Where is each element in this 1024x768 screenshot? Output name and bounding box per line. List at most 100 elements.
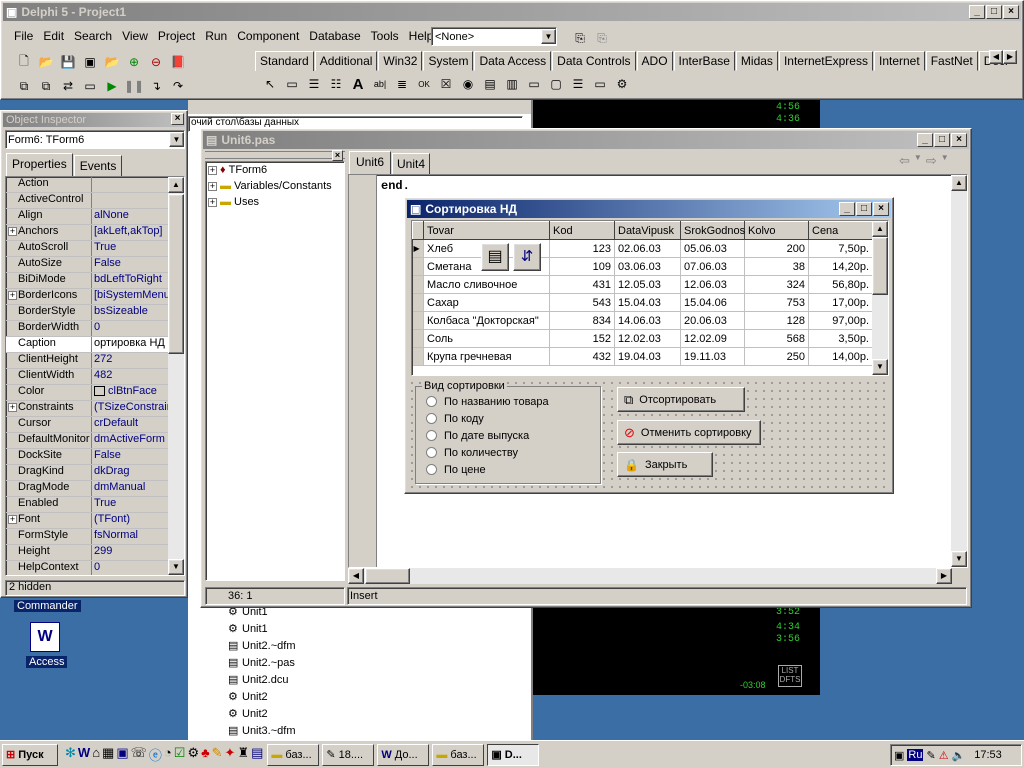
property-row[interactable]: ActiveControl	[6, 193, 184, 209]
property-row[interactable]: + Font (TFont)	[6, 513, 184, 529]
property-row[interactable]: DragMode dmManual	[6, 481, 184, 497]
checkbox-icon[interactable]: ☒	[435, 73, 457, 95]
close-button[interactable]: ×	[951, 133, 967, 147]
task-button[interactable]: ▬ баз...	[432, 743, 485, 766]
chevron-down-icon[interactable]: ▼	[541, 29, 556, 44]
desktop-icon-commander[interactable]: Commander	[14, 600, 81, 612]
tray-icon[interactable]: ✎	[926, 749, 935, 762]
scroll-thumb[interactable]	[365, 568, 410, 584]
forward-arrow-icon[interactable]: ⇨	[926, 153, 937, 169]
table-row[interactable]: Масло сливочное 431 12.05.03 12.06.03 324 56,…	[412, 275, 873, 294]
mainmenu-icon[interactable]: ☰	[303, 73, 325, 95]
groupbox-icon[interactable]: ▢	[545, 73, 567, 95]
table-cell[interactable]: Соль	[423, 329, 550, 348]
table-cell[interactable]: 17,00р.	[808, 293, 873, 312]
radio-by-name[interactable]: По названию товара	[426, 393, 549, 410]
quicklaunch-icon[interactable]: ♜	[237, 745, 249, 764]
scroll-thumb[interactable]	[872, 237, 888, 295]
radiogroup-icon[interactable]: ☰	[567, 73, 589, 95]
tree-item[interactable]: + ▬ Variables/Constants	[206, 178, 344, 194]
minimize-button[interactable]: _	[969, 5, 985, 19]
list-item[interactable]: ▤ Unit3.~dfm	[228, 722, 528, 739]
tab-system[interactable]: System	[423, 51, 474, 71]
scroll-left-icon[interactable]: ◀	[348, 568, 364, 584]
scroll-up-icon[interactable]: ▲	[168, 177, 184, 193]
pause-icon[interactable]: ❚❚	[123, 75, 145, 97]
list-item[interactable]: ⚙ Unit2	[228, 688, 528, 705]
property-row[interactable]: FormStyle fsNormal	[6, 529, 184, 545]
table-cell[interactable]: 123	[549, 239, 615, 258]
property-row[interactable]: Action	[6, 177, 184, 193]
minimize-button[interactable]: _	[917, 133, 933, 147]
column-header[interactable]: Tovar	[423, 221, 550, 240]
table-row[interactable]: Соль 152 12.02.03 12.02.09 568 3,50р.	[412, 329, 873, 348]
radio-by-quantity[interactable]: По количеству	[426, 444, 549, 461]
tray-icon[interactable]: ⚠	[939, 749, 949, 762]
table-cell[interactable]: 15.04.06	[680, 293, 745, 312]
new-icon[interactable]: 🗋	[13, 51, 35, 73]
button-icon[interactable]: OK	[413, 73, 435, 95]
table-cell[interactable]: 20.06.03	[680, 311, 745, 330]
property-row[interactable]: DockSite False	[6, 449, 184, 465]
open-project-icon[interactable]: 📂	[101, 51, 123, 73]
chevron-down-icon[interactable]: ▼	[169, 132, 184, 147]
expand-icon[interactable]: +	[8, 403, 17, 412]
scroll-left-icon[interactable]: ◀	[989, 50, 1003, 64]
radiobutton-icon[interactable]: ◉	[457, 73, 479, 95]
table-cell[interactable]: Крупа гречневая	[423, 347, 550, 366]
scrollbar-icon[interactable]: ▭	[523, 73, 545, 95]
menu-search[interactable]: Search	[69, 29, 117, 47]
object-selector[interactable]: Form6: TForm6 ▼	[5, 130, 185, 149]
inspector-close-button[interactable]: ×	[171, 113, 184, 125]
inspector-scrollbar[interactable]: ▲ ▼	[168, 177, 184, 575]
sort-button[interactable]: ⧉ Отсортировать	[617, 387, 745, 412]
radio-by-code[interactable]: По коду	[426, 410, 549, 427]
network-icon[interactable]: ▣	[894, 749, 904, 762]
grid-scrollbar[interactable]: ▲ ▼	[872, 221, 888, 375]
explorer-close-button[interactable]: ×	[332, 150, 343, 161]
run-icon[interactable]: ▶	[101, 75, 123, 97]
scroll-down-icon[interactable]: ▼	[872, 359, 888, 375]
view-unit-icon[interactable]: ⧉	[13, 75, 35, 97]
property-row[interactable]: DefaultMonitor dmActiveForm	[6, 433, 184, 449]
property-row[interactable]: + BorderIcons [biSystemMenu,	[6, 289, 184, 305]
table-cell[interactable]: 432	[549, 347, 615, 366]
list-button[interactable]: LIST DFTS	[778, 665, 802, 687]
table-cell[interactable]: 568	[744, 329, 809, 348]
property-row[interactable]: ClientHeight 272	[6, 353, 184, 369]
close-button[interactable]: ×	[1003, 5, 1019, 19]
property-row[interactable]: AutoSize False	[6, 257, 184, 273]
remove-file-icon[interactable]: ⊖	[145, 51, 167, 73]
list-item[interactable]: ⚙ Unit2	[228, 705, 528, 722]
property-row[interactable]: + Anchors [akLeft,akTop]	[6, 225, 184, 241]
quicklaunch-icon[interactable]: ▦	[102, 745, 114, 764]
memo-icon[interactable]: ≣	[391, 73, 413, 95]
quicklaunch-icon[interactable]: ▤	[251, 745, 263, 764]
menu-project[interactable]: Project	[153, 29, 200, 47]
tab-internet[interactable]: Internet	[873, 51, 925, 71]
component-combo[interactable]: <None> ▼	[431, 27, 557, 46]
quicklaunch-icon[interactable]: ♣	[201, 745, 210, 764]
quicklaunch-icon[interactable]: ◔	[164, 745, 172, 764]
scroll-down-icon[interactable]: ▼	[951, 551, 967, 567]
menu-component[interactable]: Component	[232, 29, 304, 47]
table-cell[interactable]: Колбаса "Докторская"	[423, 311, 550, 330]
tab-additional[interactable]: Additional	[314, 51, 378, 71]
column-header[interactable]: Cena	[808, 221, 873, 240]
table-cell[interactable]: 324	[744, 275, 809, 294]
menu-edit[interactable]: Edit	[38, 29, 69, 47]
table-cell[interactable]: 128	[744, 311, 809, 330]
language-indicator[interactable]: Ru	[907, 749, 924, 761]
table-cell[interactable]: 02.06.03	[614, 239, 681, 258]
list-item[interactable]: ▤ Unit2.~pas	[228, 654, 528, 671]
task-button[interactable]: ✎ 18....	[322, 743, 375, 766]
quicklaunch-icon[interactable]: ▣	[116, 745, 128, 764]
table-cell[interactable]: 15.04.03	[614, 293, 681, 312]
list-item[interactable]: ▤ Unit2.dcu	[228, 671, 528, 688]
table-cell[interactable]: 05.06.03	[680, 239, 745, 258]
scroll-right-icon[interactable]: ▶	[1003, 50, 1017, 64]
table-cell[interactable]: 3,50р.	[808, 329, 873, 348]
tab-internetexpress[interactable]: InternetExpress	[778, 51, 873, 71]
close-button[interactable]: ×	[873, 202, 889, 216]
tab-data-access[interactable]: Data Access	[474, 51, 552, 71]
